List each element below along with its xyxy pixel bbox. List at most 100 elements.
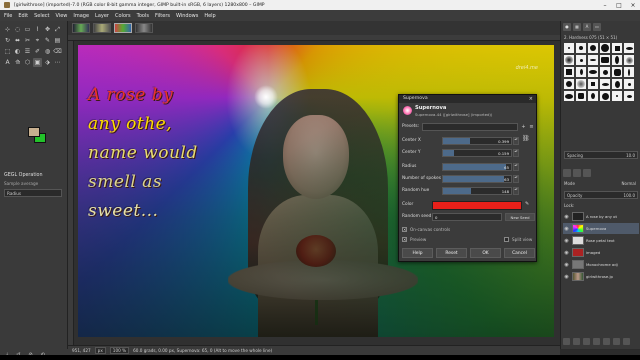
eye-icon[interactable]: ◉ (563, 250, 570, 256)
presets-select[interactable] (422, 123, 518, 131)
tool-icon[interactable]: ⬡ (23, 58, 32, 67)
brush-preset[interactable] (564, 91, 574, 101)
cancel-button[interactable]: Cancel (504, 248, 535, 258)
tool-icon[interactable]: ⋯ (53, 58, 62, 67)
new-group-icon[interactable] (573, 338, 580, 345)
tool-icon[interactable]: ⟰ (13, 58, 22, 67)
raise-layer-icon[interactable] (583, 338, 590, 345)
channels-tab-icon[interactable] (573, 169, 581, 177)
preview-checkbox[interactable]: ✕ (402, 237, 407, 242)
tool-icon[interactable]: A (3, 58, 12, 67)
tool-icon[interactable]: ☰ (23, 47, 32, 56)
brush-preset[interactable] (600, 67, 610, 77)
menu-edit[interactable]: Edit (18, 13, 28, 19)
brush-preset[interactable] (576, 67, 586, 77)
preset-menu-icon[interactable]: ≡ (528, 123, 535, 131)
patterns-tab-icon[interactable]: ▦ (573, 23, 581, 31)
tool-icon[interactable]: ✐ (33, 47, 42, 56)
tool-icon[interactable]: ⬗ (43, 58, 52, 67)
image-tab-active[interactable] (114, 23, 132, 33)
dialog-close-icon[interactable]: × (529, 95, 533, 103)
center-y-spinner[interactable]: ▴▾ (513, 149, 519, 157)
brush-preset[interactable] (576, 43, 586, 53)
eye-icon[interactable]: ◉ (563, 262, 570, 268)
brush-preset[interactable] (576, 91, 586, 101)
brush-preset[interactable] (612, 79, 622, 89)
brush-preset[interactable] (588, 43, 598, 53)
tool-icon[interactable]: ✥ (43, 25, 52, 34)
color-picker-icon[interactable]: ✎ (525, 201, 529, 207)
mode-row[interactable]: Mode Normal (564, 181, 638, 189)
new-layer-icon[interactable] (563, 338, 570, 345)
paths-tab-icon[interactable] (583, 169, 591, 177)
menu-layer[interactable]: Layer (95, 13, 109, 19)
ok-button[interactable]: OK (470, 248, 501, 258)
duplicate-layer-icon[interactable] (603, 338, 610, 345)
eye-icon[interactable]: ◉ (563, 214, 570, 220)
menu-select[interactable]: Select (34, 13, 49, 19)
brush-preset[interactable] (624, 55, 634, 65)
brush-preset[interactable] (576, 55, 586, 65)
brush-preset[interactable] (624, 67, 634, 77)
tool-icon[interactable]: ✎ (43, 36, 52, 45)
fonts-tab-icon[interactable]: A (583, 23, 591, 31)
close-window-button[interactable]: × (626, 0, 640, 10)
eye-icon[interactable]: ◉ (563, 274, 570, 280)
maximize-button[interactable]: □ (612, 0, 626, 10)
tool-icon[interactable]: ✂ (23, 36, 32, 45)
spokes-spinner[interactable]: ▴▾ (513, 175, 519, 183)
brush-preset[interactable] (612, 67, 622, 77)
tool-icon[interactable]: ⊹ (3, 25, 12, 34)
menu-help[interactable]: Help (204, 13, 215, 19)
brush-preset[interactable] (600, 43, 610, 53)
image-tab[interactable] (93, 23, 111, 33)
brush-preset[interactable] (588, 79, 598, 89)
layer-row-selected[interactable]: ◉ Supernova (563, 223, 639, 234)
tool-icon[interactable]: ◍ (43, 47, 52, 56)
tool-icon[interactable]: ◐ (13, 47, 22, 56)
radius-slider[interactable]: 65 (442, 163, 512, 171)
brush-preset[interactable] (612, 55, 622, 65)
brushes-tab-icon[interactable]: ● (563, 23, 571, 31)
brush-preset[interactable] (600, 91, 610, 101)
center-x-spinner[interactable]: ▴▾ (513, 137, 519, 145)
delete-layer-icon[interactable] (623, 338, 630, 345)
lower-layer-icon[interactable] (593, 338, 600, 345)
spokes-slider[interactable]: 63 (442, 175, 512, 183)
tool-icon[interactable]: ↻ (3, 36, 12, 45)
image-tab[interactable] (72, 23, 90, 33)
brush-preset[interactable] (600, 79, 610, 89)
dialog-title-bar[interactable]: Supernova × (399, 95, 536, 103)
zoom-select[interactable]: 100 % (109, 347, 130, 354)
color-button[interactable] (432, 201, 522, 210)
hue-spinner[interactable]: ▴▾ (513, 187, 519, 195)
menu-file[interactable]: File (4, 13, 12, 19)
mode-value[interactable]: Normal (622, 181, 636, 186)
reset-button[interactable]: Reset (436, 248, 467, 258)
brush-preset[interactable] (612, 43, 622, 53)
on-canvas-checkbox[interactable]: ✕ (402, 227, 407, 232)
brush-preset[interactable] (564, 67, 574, 77)
menu-view[interactable]: View (56, 13, 68, 19)
brush-preset[interactable] (588, 67, 598, 77)
tool-icon[interactable]: ⬚ (3, 47, 12, 56)
chain-icon[interactable]: ⛓ (522, 135, 530, 142)
add-preset-icon[interactable]: + (520, 123, 527, 131)
tool-icon[interactable]: ▤ (53, 36, 62, 45)
split-view-checkbox[interactable] (504, 237, 509, 242)
tool-icon[interactable]: ⬌ (13, 36, 22, 45)
menu-tools[interactable]: Tools (137, 13, 149, 19)
tool-icon[interactable]: ◌ (13, 25, 22, 34)
layer-row[interactable]: ◉ imaged (563, 247, 639, 258)
new-seed-button[interactable]: New Seed (505, 213, 535, 221)
layers-tab-icon[interactable] (563, 169, 571, 177)
image-tab[interactable] (135, 23, 153, 33)
tool-icon[interactable]: ⤢ (53, 25, 62, 34)
menu-image[interactable]: Image (73, 13, 89, 19)
help-button[interactable]: Help (402, 248, 433, 258)
tool-icon[interactable]: ⌇ (33, 25, 42, 34)
brush-preset[interactable] (624, 91, 634, 101)
brush-preset[interactable] (564, 55, 574, 65)
brush-preset[interactable] (576, 79, 586, 89)
brush-preset[interactable] (564, 79, 574, 89)
